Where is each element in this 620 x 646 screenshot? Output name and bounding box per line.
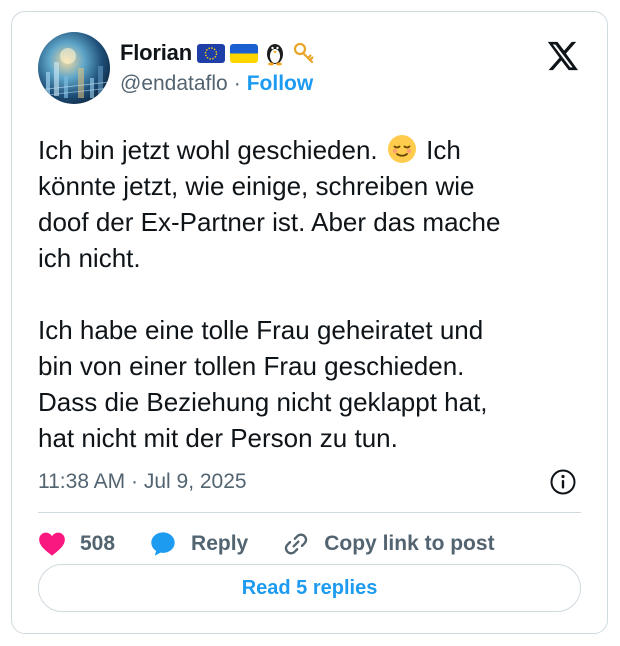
tweet-timestamp[interactable]: 11:38 AM · Jul 9, 2025	[38, 470, 247, 494]
author-handle-row: @endataflo · Follow	[120, 72, 313, 96]
read-replies-button[interactable]: Read 5 replies	[38, 564, 581, 612]
link-icon	[285, 533, 308, 555]
action-bar: 508 Reply Copy link to post	[38, 528, 529, 560]
reply-bubble-icon	[151, 532, 175, 556]
reply-button[interactable]: Reply	[149, 530, 248, 558]
tweet-text-part2: Ich könnte jetzt, wie einige, schreiben …	[38, 135, 501, 453]
author-handle[interactable]: @endataflo	[120, 72, 228, 96]
copy-link-label: Copy link to post	[324, 532, 495, 555]
like-button[interactable]: 508	[38, 531, 115, 557]
ukraine-flag-icon	[229, 43, 258, 63]
tweet-card: Florian @endataflo · Follow Ich bin jetz…	[11, 11, 608, 634]
avatar[interactable]	[38, 32, 110, 104]
key-icon	[292, 40, 316, 66]
heart-icon	[39, 532, 65, 556]
relieved-face-icon	[387, 134, 417, 164]
author-name-row: Florian	[120, 39, 316, 67]
like-count: 508	[80, 532, 116, 555]
reply-label: Reply	[191, 532, 249, 555]
x-logo-icon[interactable]	[545, 39, 579, 73]
tweet-text-part1: Ich bin jetzt wohl geschieden.	[38, 135, 378, 165]
info-icon[interactable]	[549, 468, 577, 496]
follow-button[interactable]: Follow	[247, 72, 314, 96]
penguin-icon	[263, 40, 287, 66]
divider	[38, 512, 581, 513]
eu-flag-icon	[196, 43, 225, 63]
separator-dot: ·	[233, 72, 241, 95]
tweet-text: Ich bin jetzt wohl geschieden. Ich könnt…	[38, 132, 578, 456]
author-name[interactable]: Florian	[120, 40, 192, 66]
copy-link-button[interactable]: Copy link to post	[282, 530, 495, 558]
